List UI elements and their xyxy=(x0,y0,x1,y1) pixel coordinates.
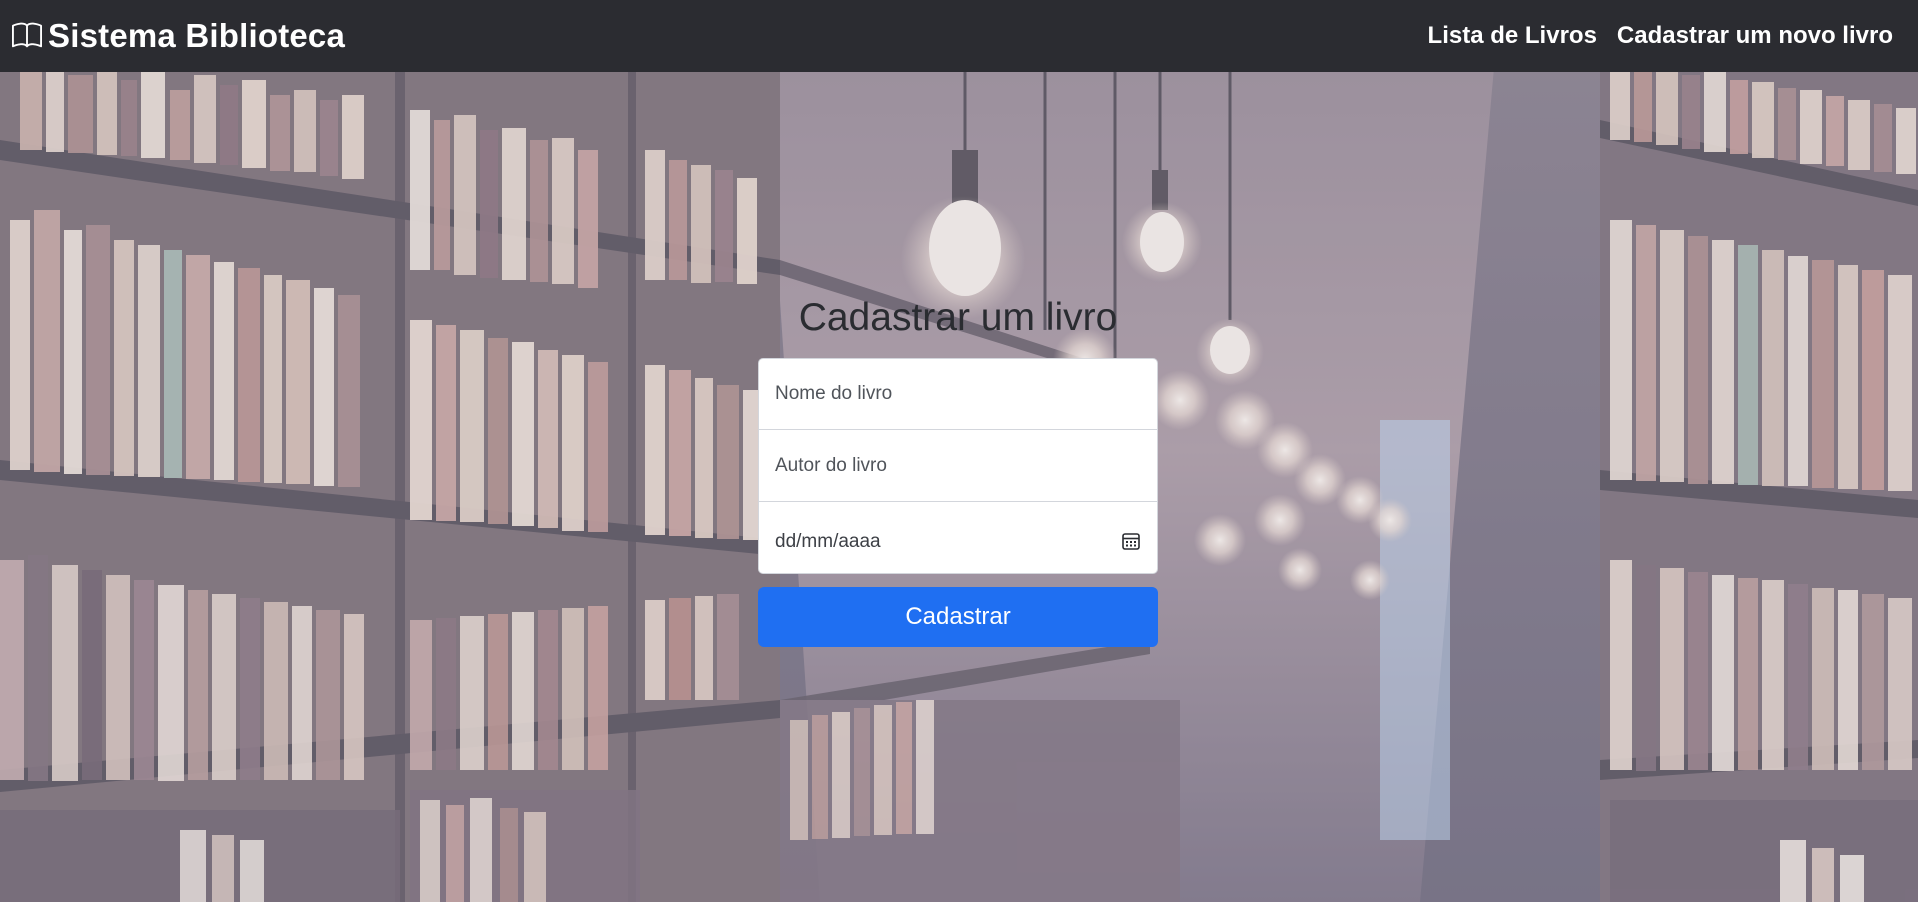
nav-link-cadastrar-novo-livro[interactable]: Cadastrar um novo livro xyxy=(1617,22,1893,50)
book-author-input[interactable] xyxy=(758,430,1158,502)
nav-links: Lista de Livros Cadastrar um novo livro xyxy=(1428,22,1893,50)
book-icon xyxy=(12,21,42,51)
submit-button[interactable]: Cadastrar xyxy=(758,587,1158,647)
nav-link-lista-de-livros[interactable]: Lista de Livros xyxy=(1428,22,1597,50)
date-placeholder: dd/mm/aaaa xyxy=(775,530,881,552)
book-name-input[interactable] xyxy=(758,358,1158,430)
page: Sistema Biblioteca Lista de Livros Cadas… xyxy=(0,0,1918,902)
book-form: Cadastrar um livro dd/mm/aaaa Cadastrar xyxy=(758,290,1158,647)
navbar: Sistema Biblioteca Lista de Livros Cadas… xyxy=(0,0,1918,72)
form-title: Cadastrar um livro xyxy=(798,296,1118,339)
brand-title: Sistema Biblioteca xyxy=(48,17,346,54)
book-date-input[interactable]: dd/mm/aaaa xyxy=(758,502,1158,574)
calendar-icon[interactable] xyxy=(1121,531,1141,551)
brand-link[interactable]: Sistema Biblioteca xyxy=(12,17,345,55)
